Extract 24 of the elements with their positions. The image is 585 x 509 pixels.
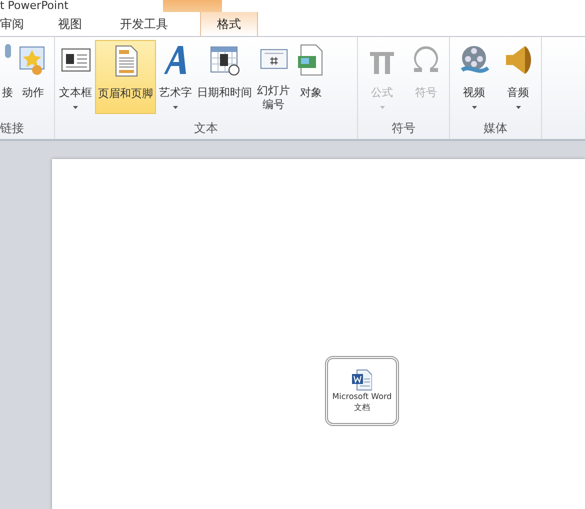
ribbon-tab[interactable]: 开发工具 — [110, 12, 178, 36]
calendar-icon — [208, 44, 240, 76]
group-label: 链接 — [0, 120, 25, 137]
ribbon-button[interactable]: 文本框 — [57, 40, 94, 114]
ribbon-button[interactable]: 动作 — [15, 40, 51, 114]
ribbon-button[interactable]: 对象 — [293, 40, 329, 114]
ribbon-button[interactable]: 幻灯片编号 — [255, 40, 292, 114]
object-label: Microsoft Word 文档 — [332, 391, 392, 413]
group-label: 文本 — [193, 120, 219, 137]
ribbon-button[interactable]: 日期和时间 — [195, 40, 254, 114]
document-icon — [352, 369, 372, 391]
ribbon-tab[interactable]: 格式 — [200, 12, 258, 36]
film-reel-icon — [458, 44, 490, 76]
ribbon-button[interactable]: 视频 — [456, 40, 492, 114]
ribbon-tab[interactable]: 审阅 — [0, 12, 34, 36]
group-label: 符号 — [390, 120, 416, 137]
ribbon-button[interactable]: 页眉和页脚 — [95, 40, 156, 114]
ribbon-button[interactable]: 艺术字 — [157, 40, 194, 114]
ribbon-button[interactable]: 音频 — [500, 40, 536, 114]
ribbon-button[interactable]: 接 — [0, 40, 15, 114]
window-title: t PowerPoint — [0, 0, 68, 12]
embedded-object[interactable]: Microsoft Word 文档 — [325, 356, 399, 426]
ribbon-tab[interactable]: 视图 — [48, 12, 92, 36]
group-label: 媒体 — [482, 120, 508, 137]
